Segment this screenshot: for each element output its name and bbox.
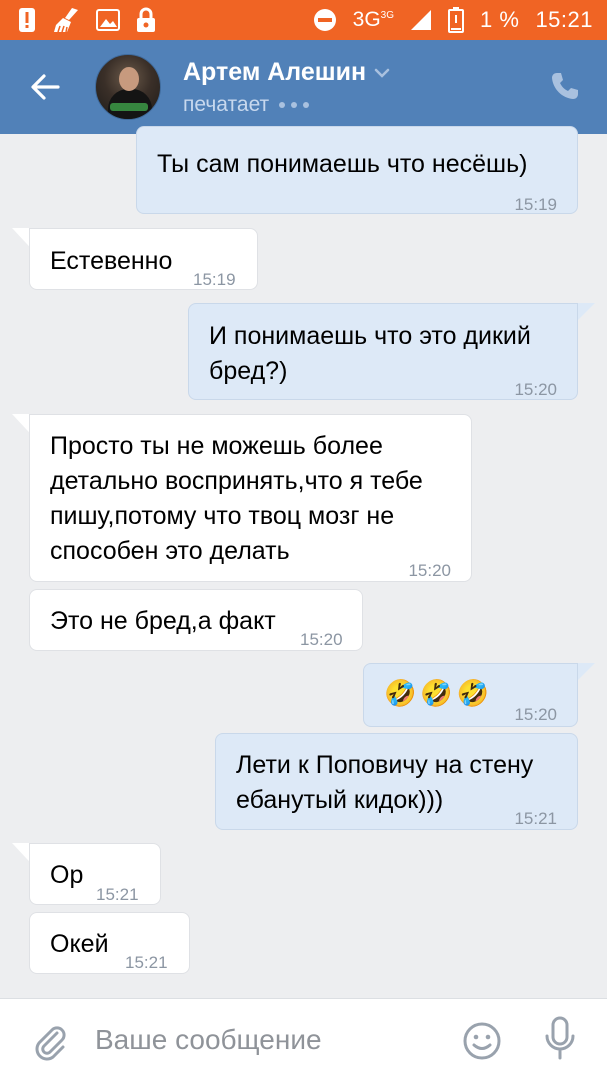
message-outgoing[interactable]: Лети к Поповичу на стену ебанутый кидок)… [215,733,578,830]
signal-icon [410,9,432,31]
message-text: Лети к Поповичу на стену [236,751,534,779]
composer-bar [0,998,607,1080]
message-input[interactable] [95,1019,435,1061]
image-icon [96,9,120,31]
emoji-button[interactable] [462,1021,502,1061]
message-time: 15:20 [514,380,557,399]
message-text: Окей [50,930,109,958]
attach-button[interactable] [30,1021,70,1061]
message-incoming[interactable]: Окей 15:21 [29,912,190,974]
alert-icon [18,7,36,33]
battery-icon [448,7,465,33]
typing-status-text: печатает [183,93,270,116]
clock: 15:21 [535,7,593,32]
message-time: 15:21 [514,809,557,828]
avatar[interactable] [95,54,161,120]
message-time: 15:20 [514,705,557,724]
network-type: 3G3G [352,8,395,31]
do-not-disturb-icon [313,8,337,32]
message-incoming[interactable]: Это не бред,а факт 15:20 [29,589,363,651]
message-incoming[interactable]: Естевенно 15:19 [29,228,258,290]
chat-header: Артем Алешин печатает [0,40,607,134]
message-text: бред?) [209,357,288,385]
message-incoming[interactable]: Просто ты не можешь более детально воспр… [29,414,472,582]
message-text: Это не бред,а факт [50,607,276,635]
message-emoji: 🤣🤣🤣 [384,678,494,708]
message-incoming[interactable]: Ор 15:21 [29,843,161,905]
smiley-icon [463,1022,501,1060]
arrow-left-icon [31,74,60,100]
message-outgoing[interactable]: Ты сам понимаешь что несёшь) 15:19 [136,126,578,214]
lock-icon [136,7,156,33]
battery-level: 1 % [480,7,520,32]
message-time: 15:19 [514,195,557,214]
typing-status: печатает [183,93,310,117]
message-text: Естевенно [50,247,173,275]
message-outgoing[interactable]: 🤣🤣🤣 15:20 [363,663,578,727]
message-text: пишу,потому что твоц мозг не [50,502,395,530]
message-outgoing[interactable]: И понимаешь что это дикий бред?) 15:20 [188,303,578,400]
message-text: ебанутый кидок))) [236,786,444,814]
message-text: детально воспринять,что я тебе [50,467,423,495]
message-text: Ор [50,861,84,889]
message-time: 15:20 [300,630,343,649]
message-time: 15:21 [96,885,139,904]
voice-message-button[interactable] [543,1016,577,1062]
broom-icon [52,7,80,33]
contact-name-text: Артем Алешин [183,58,367,86]
message-time: 15:19 [193,270,236,289]
call-button[interactable] [549,70,583,104]
chevron-down-icon [374,68,390,78]
typing-dots-icon [279,102,310,108]
message-text: способен это делать [50,537,290,565]
back-button[interactable] [28,70,62,104]
message-text: Просто ты не можешь более [50,432,383,460]
message-text: И понимаешь что это дикий [209,322,531,350]
message-text: Ты сам понимаешь что несёшь) [157,150,528,178]
paperclip-icon [35,1026,66,1061]
message-time: 15:20 [408,561,451,580]
phone-icon [552,73,578,99]
microphone-icon [545,1016,575,1060]
message-time: 15:21 [125,953,168,972]
contact-name[interactable]: Артем Алешин [183,58,390,87]
status-bar: 3G3G 1 % 15:21 [0,0,607,40]
